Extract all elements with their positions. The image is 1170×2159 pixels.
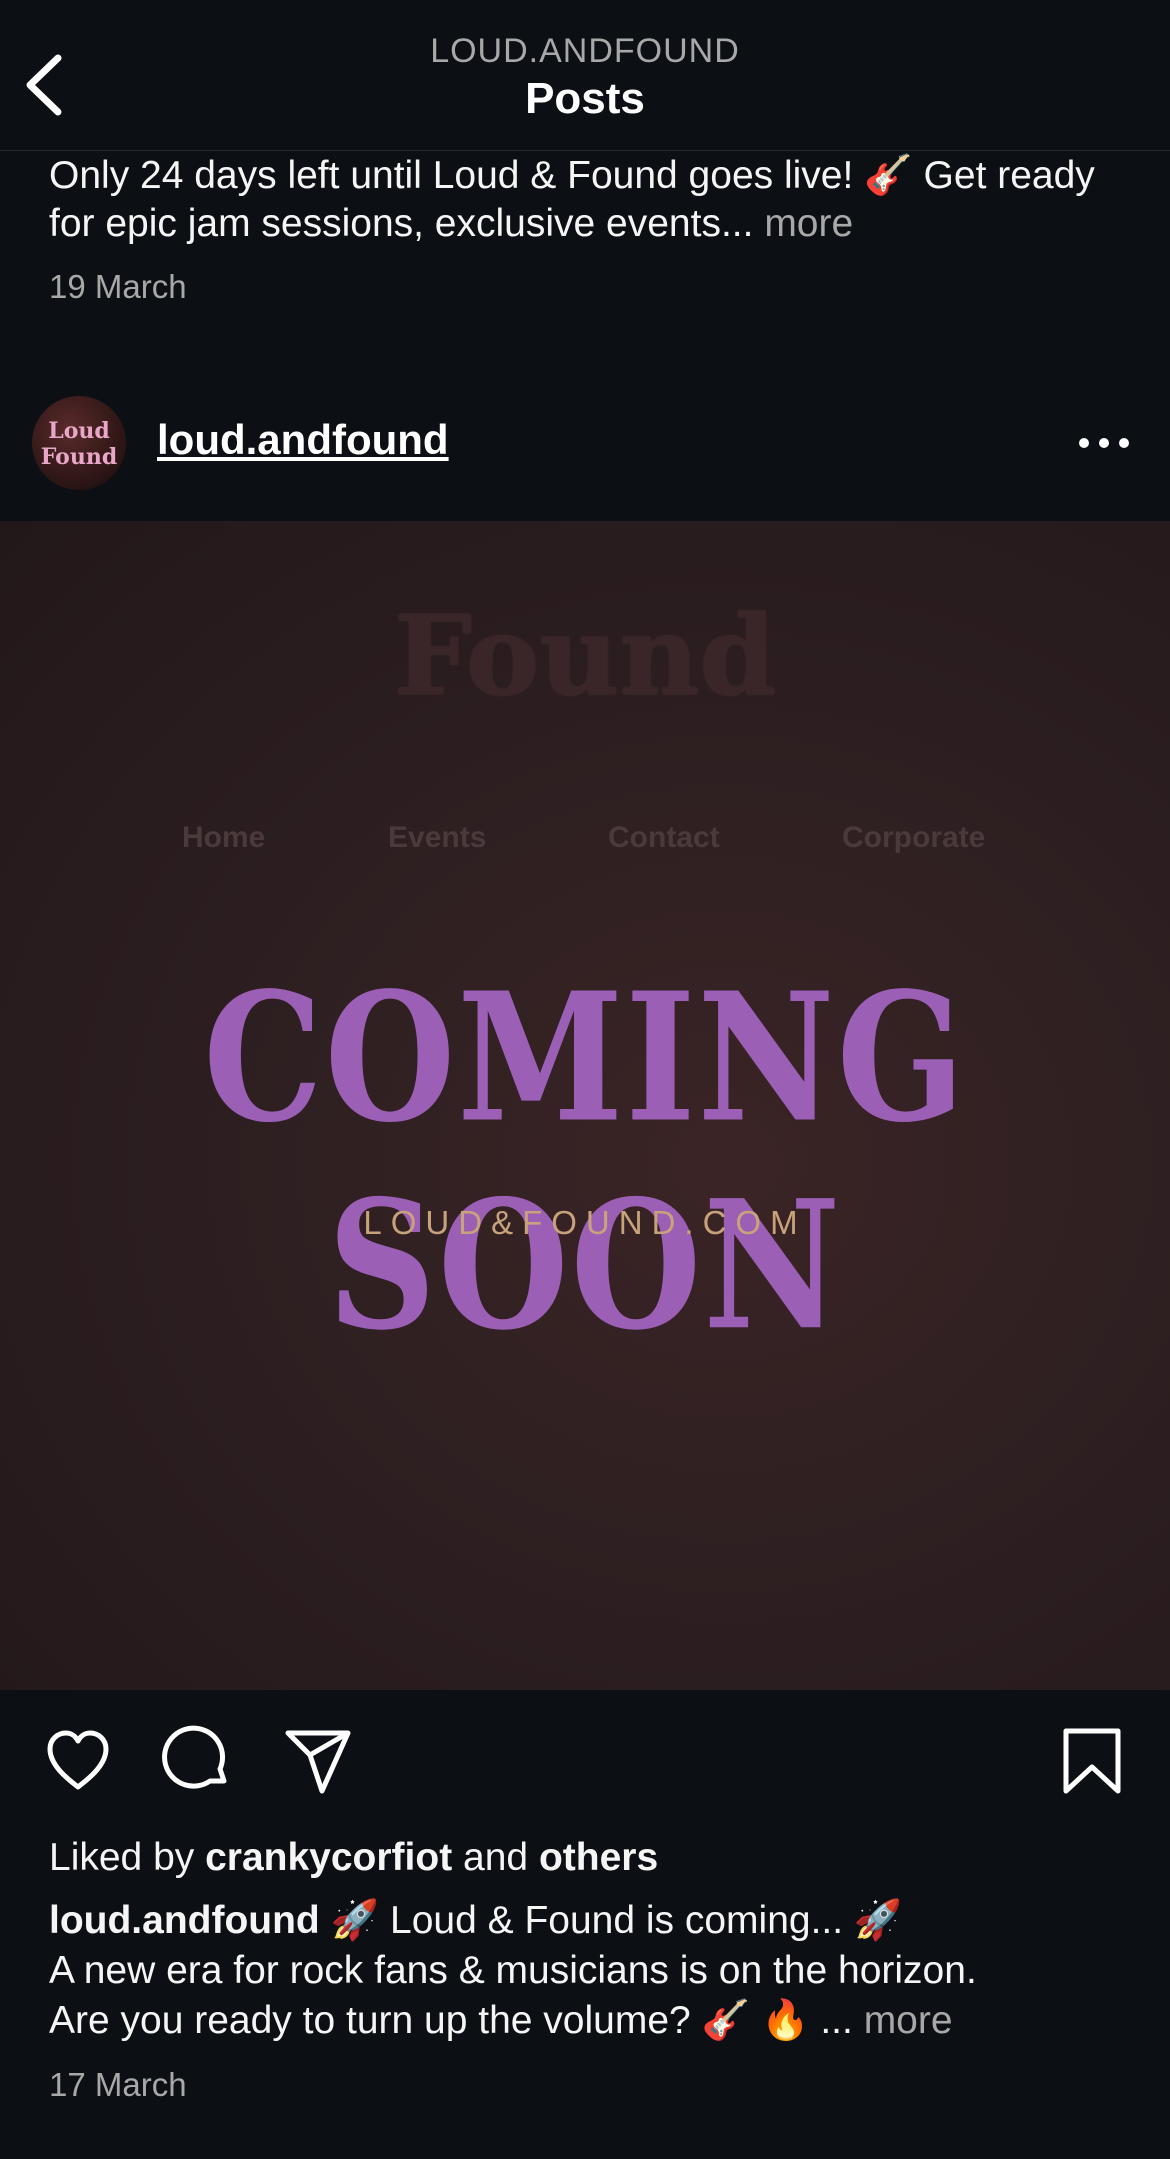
caption-line2-text: A new era for rock fans & musicians is o… — [49, 1949, 977, 1992]
save-button[interactable] — [1056, 1725, 1128, 1797]
post-image[interactable]: Found Home Events Contact Corporate COMI… — [0, 521, 1170, 1690]
post-date: 17 March — [49, 2066, 187, 2103]
image-nav-contact: Contact — [608, 821, 720, 854]
previous-post-date: 19 March — [49, 268, 187, 305]
previous-caption-more-link[interactable]: more — [764, 202, 853, 245]
share-button[interactable] — [282, 1725, 354, 1797]
image-nav-events: Events — [388, 821, 487, 854]
avatar-text-top: Loud — [48, 418, 110, 444]
caption-line3-text: Are you ready to turn up the volume? 🎸 🔥… — [49, 1999, 853, 2042]
comment-button[interactable] — [162, 1725, 234, 1797]
caption-line1-text: 🚀 Loud & Found is coming... 🚀 — [330, 1899, 903, 1942]
caption-username-link[interactable]: loud.andfound — [49, 1899, 320, 1942]
heart-icon — [47, 1730, 109, 1790]
like-button[interactable] — [42, 1725, 114, 1797]
post-username-link[interactable]: loud.andfound — [157, 416, 449, 464]
caption-line-3: Are you ready to turn up the volume? 🎸 🔥… — [49, 1996, 1139, 2046]
previous-caption-text: Only 24 days left until Loud & Found goe… — [49, 154, 1095, 245]
image-nav-corporate: Corporate — [842, 821, 986, 854]
page-title: Posts — [525, 74, 645, 123]
website-url-text: LOUD&FOUND.COM — [363, 1204, 807, 1241]
likes-summary[interactable]: Liked by crankycorfiot and others — [49, 1836, 658, 1880]
post-action-bar — [0, 1725, 1170, 1805]
comment-icon — [162, 1725, 227, 1789]
coming-soon-headline: COMING SOON — [203, 954, 967, 1370]
liked-by-user-link[interactable]: crankycorfiot — [205, 1836, 452, 1879]
caption-more-link[interactable]: more — [864, 1999, 953, 2042]
post-options-button[interactable] — [1076, 428, 1132, 458]
bookmark-icon — [1063, 1728, 1121, 1794]
top-navigation-bar: LOUD.ANDFOUND Posts — [0, 0, 1170, 151]
more-horizontal-icon — [1079, 438, 1129, 448]
send-icon — [285, 1730, 351, 1794]
liked-by-others-link[interactable]: others — [539, 1836, 658, 1879]
avatar-text-bottom: Found — [40, 444, 118, 470]
likes-connector: and — [463, 1836, 529, 1879]
previous-post-caption: Only 24 days left until Loud & Found goe… — [49, 152, 1129, 248]
likes-prefix: Liked by — [49, 1836, 195, 1879]
avatar[interactable]: Loud Found — [32, 396, 126, 490]
image-logo-text: Found — [393, 591, 777, 720]
caption-line-1: loud.andfound 🚀 Loud & Found is coming..… — [49, 1896, 1139, 1946]
post-header: Loud Found loud.andfound — [0, 392, 1170, 494]
image-nav-home: Home — [182, 821, 266, 854]
post-caption: loud.andfound 🚀 Loud & Found is coming..… — [49, 1896, 1139, 2046]
profile-username-header: LOUD.ANDFOUND — [430, 32, 740, 70]
